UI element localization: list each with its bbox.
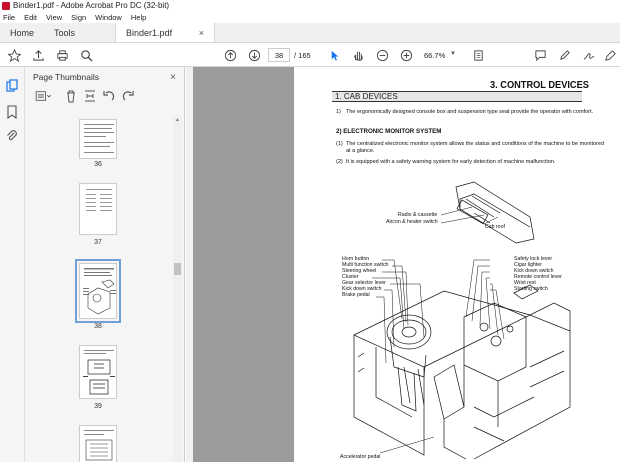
insert-page-icon[interactable] — [83, 89, 97, 103]
page-total: / 165 — [294, 51, 311, 60]
previous-page-icon[interactable] — [222, 47, 238, 63]
scroll-up-icon[interactable]: ▲ — [175, 117, 180, 123]
panel-toolbar — [25, 87, 184, 105]
acrobat-app-icon — [2, 1, 10, 10]
save-icon[interactable] — [6, 47, 22, 63]
bookmarks-icon[interactable] — [5, 105, 19, 120]
select-cursor-icon[interactable] — [326, 47, 342, 63]
page-thumbnail-selected[interactable] — [75, 259, 121, 323]
zoom-out-icon[interactable] — [374, 47, 390, 63]
menu-file[interactable]: File — [3, 13, 15, 22]
options-menu-icon[interactable] — [33, 89, 53, 103]
sign-icon[interactable] — [580, 47, 596, 63]
pdf-page: 3. CONTROL DEVICES 1. CAB DEVICES 1) The… — [294, 67, 620, 462]
attachments-icon[interactable] — [5, 129, 19, 143]
zoom-dropdown-icon[interactable]: ▼ — [450, 51, 456, 57]
callout-brake-pedal: Brake pedal — [342, 292, 370, 298]
menu-bar: File Edit View Sign Window Help — [0, 11, 620, 23]
page-thumbnail[interactable] — [79, 425, 117, 462]
window-title: Binder1.pdf - Adobe Acrobat Pro DC (32-b… — [13, 1, 170, 10]
page-thumbnail[interactable] — [79, 119, 117, 159]
print-icon[interactable] — [54, 47, 70, 63]
callout-radio-cassette: Radio & cassette — [398, 212, 438, 218]
toolbar: 38 / 165 66.7% ▼ — [0, 43, 620, 67]
highlight-pen-icon[interactable] — [556, 47, 572, 63]
menu-sign[interactable]: Sign — [71, 13, 86, 22]
menu-edit[interactable]: Edit — [24, 13, 37, 22]
next-page-icon[interactable] — [246, 47, 262, 63]
callout-starting-switch: Starting switch — [514, 286, 548, 292]
callout-accelerator-pedal: Accelerator pedal — [340, 454, 381, 460]
tab-bar: Home Tools Binder1.pdf × — [0, 23, 620, 43]
tab-tools[interactable]: Tools — [44, 23, 85, 42]
document-left-scrollbar[interactable] — [186, 67, 193, 462]
panel-close-icon[interactable]: × — [170, 72, 176, 83]
zoom-in-icon[interactable] — [398, 47, 414, 63]
page-thumbnail[interactable] — [79, 345, 117, 399]
scrollbar-thumb[interactable] — [174, 263, 181, 275]
page-number-input[interactable]: 38 — [268, 48, 290, 62]
tab-document[interactable]: Binder1.pdf × — [115, 23, 216, 42]
menu-window[interactable]: Window — [95, 13, 122, 22]
menu-help[interactable]: Help — [131, 13, 146, 22]
thumbnail-label: 39 — [94, 403, 102, 410]
page-thumbnail[interactable] — [79, 183, 117, 235]
hand-tool-icon[interactable] — [350, 47, 366, 63]
page-thumbnails-panel: Page Thumbnails × 36 37 38 39 ▲ — [25, 67, 185, 462]
page-thumbnails-icon[interactable] — [5, 79, 19, 93]
rotate-counterclockwise-icon[interactable] — [102, 89, 116, 103]
menu-view[interactable]: View — [46, 13, 62, 22]
more-tools-icon[interactable] — [602, 47, 618, 63]
zoom-level[interactable]: 66.7% — [424, 51, 445, 60]
rotate-clockwise-icon[interactable] — [121, 89, 135, 103]
page-fit-icon[interactable] — [470, 47, 486, 63]
panel-title: Page Thumbnails — [33, 72, 99, 82]
thumbnail-scrollbar[interactable]: ▲ — [173, 115, 182, 462]
thumbnail-label: 37 — [94, 239, 102, 246]
tab-close-icon[interactable]: × — [199, 28, 204, 38]
callout-cab-roof: Cab roof — [485, 224, 505, 230]
panel-header: Page Thumbnails × — [25, 67, 184, 87]
delete-page-icon[interactable] — [64, 89, 78, 103]
comment-icon[interactable] — [532, 47, 548, 63]
tab-home[interactable]: Home — [0, 23, 44, 42]
left-navigation-rail — [0, 67, 25, 462]
tab-document-label: Binder1.pdf — [126, 27, 173, 38]
search-icon[interactable] — [78, 47, 94, 63]
callout-aircon-heater: Aircon & heater switch — [386, 219, 438, 225]
thumbnail-label: 38 — [94, 323, 102, 330]
thumbnail-label: 36 — [94, 161, 102, 168]
upload-icon[interactable] — [30, 47, 46, 63]
thumbnail-list: 36 37 38 39 — [25, 115, 173, 462]
title-bar: Binder1.pdf - Adobe Acrobat Pro DC (32-b… — [0, 0, 620, 11]
